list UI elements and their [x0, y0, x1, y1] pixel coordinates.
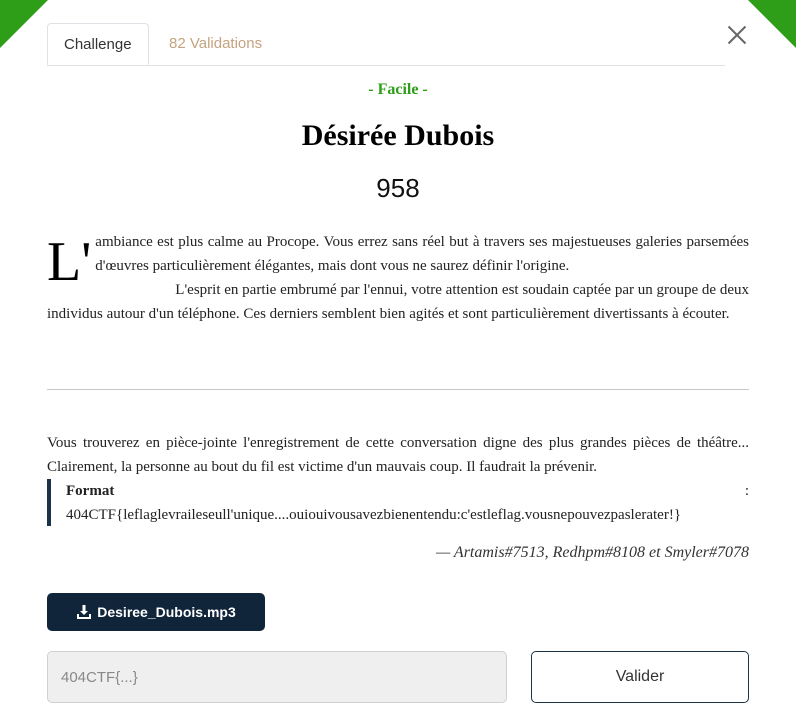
flag-input[interactable] — [47, 651, 507, 703]
divider — [47, 389, 749, 390]
download-file-button[interactable]: Desiree_Dubois.mp3 — [47, 593, 265, 631]
flag-format-block: Format : 404CTF{leflaglevraileseull'uniq… — [47, 479, 749, 526]
task-description: Vous trouverez en pièce-jointe l'enregis… — [47, 431, 749, 479]
flag-format-value: 404CTF{leflaglevraileseull'unique....oui… — [66, 507, 682, 523]
drop-cap: L' — [47, 231, 92, 293]
challenge-tabs: Challenge 82 Validations — [47, 23, 725, 66]
story-paragraph-1: L' ambiance est plus calme au Procope. Vo… — [47, 230, 749, 290]
close-icon[interactable] — [724, 22, 750, 48]
tab-challenge[interactable]: Challenge — [47, 23, 149, 65]
flag-format-colon: : — [744, 483, 749, 499]
challenge-title: Désirée Dubois — [301, 119, 495, 152]
flag-format-header: Format : — [66, 479, 749, 503]
flag-format-label: Format — [66, 483, 115, 499]
validate-button[interactable]: Valider — [531, 651, 749, 703]
challenge-points: 958 — [376, 173, 420, 203]
story-paragraph-2: L'esprit en partie embrumé par l'ennui, … — [47, 282, 749, 322]
difficulty-label: - Facile - — [368, 81, 428, 98]
task-text: Vous trouverez en pièce-jointe l'enregis… — [47, 435, 749, 475]
story-text-1: ambiance est plus calme au Procope. Vous… — [95, 234, 749, 274]
download-file-label: Desiree_Dubois.mp3 — [97, 604, 236, 620]
challenge-story: L' ambiance est plus calme au Procope. Vo… — [47, 230, 749, 326]
tab-validations[interactable]: 82 Validations — [153, 23, 278, 64]
download-icon — [77, 605, 92, 619]
authors-credit: — Artamis#7513, Redhpm#8108 et Smyler#70… — [435, 544, 749, 561]
corner-ribbon-right — [748, 0, 796, 48]
corner-ribbon-left — [0, 0, 48, 48]
